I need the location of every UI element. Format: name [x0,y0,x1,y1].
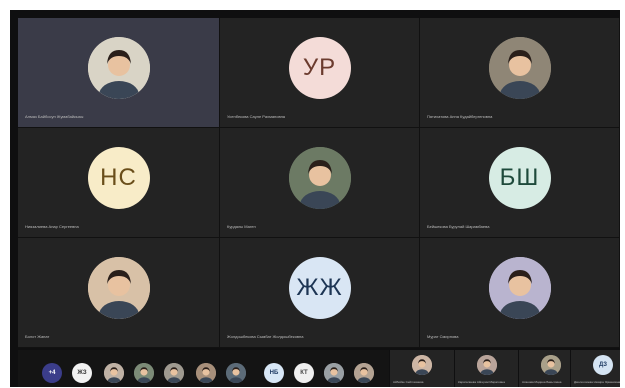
participant-tile[interactable]: УР Усенбекова Сауле Рахмановна [220,18,420,128]
participant-name: Ниязалиева Анар Сергеевна [25,224,79,229]
strip-participant-initials: ДЗ [593,355,613,375]
participant-name: Мурат Смирнова [427,334,459,339]
participant-initials-avatar: УР [288,37,351,100]
strip-participant-photo [477,355,497,375]
strip-participant-tile[interactable]: ДЗ Джолоочиева Назира Эрмековна [570,350,620,387]
participant-tile[interactable]: Пятихатова Анна Кудайбергеновна [420,18,620,128]
participant-name: Пятихатова Анна Кудайбергеновна [427,114,493,119]
strip-participant-name: Караталиева Айгерим Маратовна [458,380,505,384]
strip-participant-photo[interactable] [164,363,184,383]
participant-tile[interactable]: Болот Жанат [18,238,220,348]
strip-participant-name: Асанова Мадина Бакытовна [522,380,562,384]
participant-strip: +4 ЖЗ НБ КТ Айбийке Сейтказиева Каратали… [18,350,620,387]
strip-participant-photo [541,355,561,375]
strip-participant-photo[interactable] [134,363,154,383]
participant-tile[interactable]: Алмаз Байбосун Жумабайкызы [18,18,220,128]
participant-tile[interactable]: БШ Бейшекова Бурулай Шарамбаева [420,128,620,238]
participant-photo [288,147,351,210]
strip-participant-photo[interactable] [196,363,216,383]
participant-name: Болот Жанат [25,334,50,339]
participant-name: Жолдошбекова Сымбат Жолдошбековна [227,334,304,339]
participant-initials-avatar: ЖЖ [288,257,351,320]
participant-initials-avatar: НС [87,147,150,210]
strip-participant-initials[interactable]: КТ [294,363,314,383]
participant-name: Алмаз Байбосун Жумабайкызы [25,114,84,119]
participant-tile[interactable]: Курдалы Маген [220,128,420,238]
strip-participant-photo[interactable] [324,363,344,383]
participant-tile[interactable]: ЖЖ Жолдошбекова Сымбат Жолдошбековна [220,238,420,348]
strip-participant-photo[interactable] [104,363,124,383]
strip-participant-initials[interactable]: ЖЗ [72,363,92,383]
strip-participant-photo[interactable] [226,363,246,383]
video-call-window: Алмаз Байбосун Жумабайкызы УР Усенбекова С… [10,10,620,387]
strip-participant-name: Айбийке Сейтказиева [393,380,424,384]
strip-participant-initials[interactable]: НБ [264,363,284,383]
strip-participant-photo[interactable] [354,363,374,383]
participant-grid: Алмаз Байбосун Жумабайкызы УР Усенбекова С… [18,18,620,348]
participant-tile[interactable]: НС Ниязалиева Анар Сергеевна [18,128,220,238]
participant-name: Курдалы Маген [227,224,256,229]
participant-tile[interactable]: Мурат Смирнова [420,238,620,348]
strip-participant-tile[interactable]: Айбийке Сейтказиева [389,350,454,387]
participant-name: Бейшекова Бурулай Шарамбаева [427,224,490,229]
participant-photo [87,257,150,320]
participant-initials-avatar: БШ [488,147,551,210]
participant-name: Усенбекова Сауле Рахмановна [227,114,286,119]
participant-photo [488,37,551,100]
participant-photo [87,37,150,100]
strip-participant-initials[interactable]: +4 [42,363,62,383]
strip-participant-photo [412,355,432,375]
strip-participant-tile[interactable]: Караталиева Айгерим Маратовна [454,350,519,387]
strip-participant-name: Джолоочиева Назира Эрмековна [574,380,620,384]
participant-photo [488,257,551,320]
